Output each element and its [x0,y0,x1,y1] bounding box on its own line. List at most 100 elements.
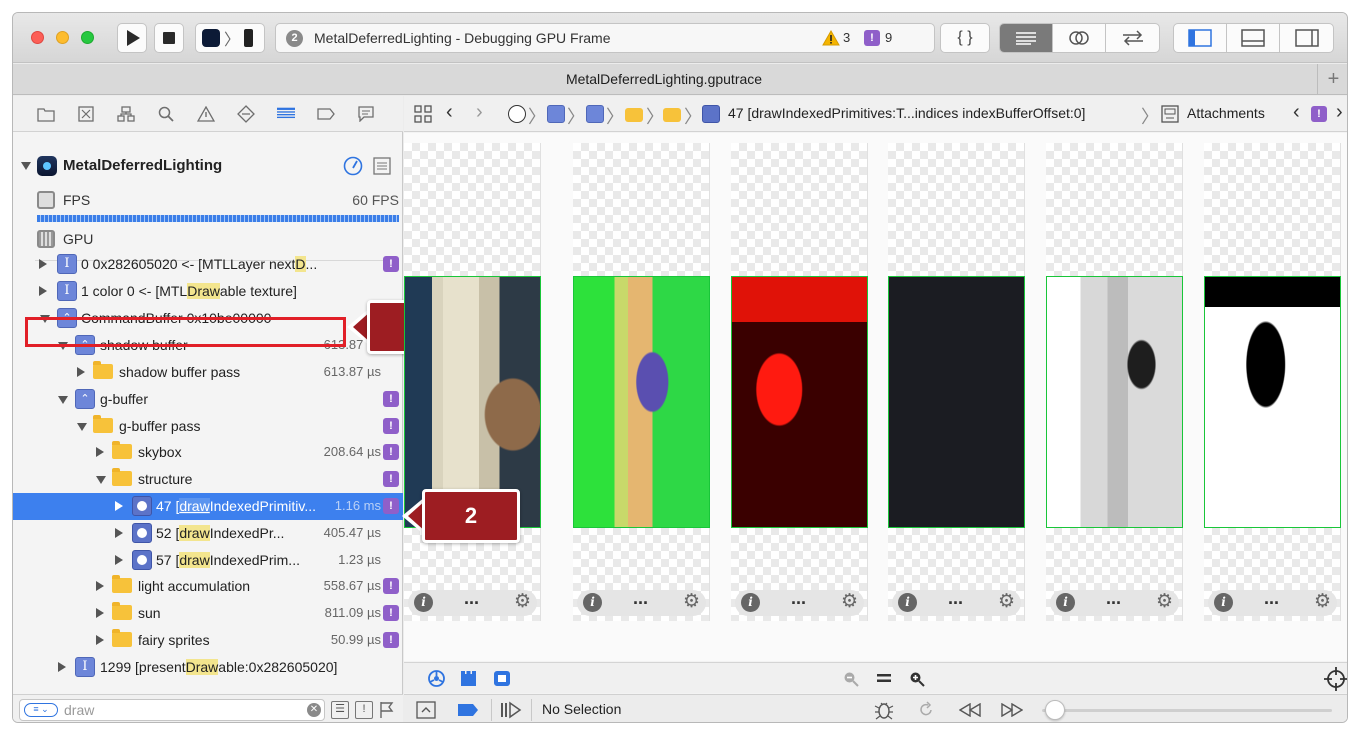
layout-icon[interactable] [460,670,477,687]
inspector-toggle-icon[interactable] [1280,24,1333,52]
gear-icon[interactable]: ⚙ [1314,592,1331,612]
attachment-image[interactable] [888,276,1025,528]
fps-gauge-row[interactable]: FPS 60 FPS [35,189,401,213]
version-editor-icon[interactable] [1106,24,1159,52]
attachment-image[interactable] [573,276,710,528]
disclosure-triangle-icon[interactable] [115,555,123,565]
issue-icon[interactable]: ! [383,578,399,594]
more-icon[interactable]: ... [948,588,963,609]
issue-navigator-icon[interactable] [197,105,215,123]
thumbnail-icon[interactable] [493,670,511,687]
scheme-selector[interactable]: 〉 [195,23,265,53]
debug-area-toggle-icon[interactable] [1227,24,1280,52]
gear-icon[interactable]: ⚙ [1156,592,1173,612]
issue-icon[interactable]: ! [383,444,399,460]
issue-icon[interactable]: ! [383,632,399,648]
back-icon[interactable]: ‹ [446,101,453,124]
more-icon[interactable]: ... [633,588,648,609]
attachment-normals[interactable]: i... ⚙ [573,143,710,621]
row-draw-47[interactable]: 47 [drawIndexedPrimitiv... 1.16 ms! [13,493,403,520]
disclosure-triangle-icon[interactable] [96,635,104,645]
filter-options-icon[interactable]: ≡ ⌄ [24,703,58,717]
row-sun[interactable]: sun 811.09 µs! [13,600,403,627]
filter-field[interactable]: ≡ ⌄ draw ✕ [19,699,325,721]
close-window-button[interactable] [31,31,44,44]
warning-icon[interactable] [822,30,840,46]
hide-debug-area-icon[interactable] [416,701,436,719]
gear-icon[interactable]: ⚙ [683,592,700,612]
disclosure-triangle-icon[interactable] [96,447,104,457]
related-items-icon[interactable] [414,105,432,123]
disclosure-triangle-icon[interactable] [39,259,47,269]
folder-icon[interactable] [37,105,55,123]
disclosure-triangle-icon[interactable] [115,501,123,511]
gauge-icon[interactable] [343,156,363,176]
disclosure-triangle-icon[interactable] [77,367,85,377]
row-mtllayer[interactable]: I0 0x282605020 <- [MTLLayer nextD...! [13,251,403,278]
issue-icon[interactable]: ! [383,471,399,487]
standard-editor-icon[interactable] [1000,24,1053,52]
next-issue-icon[interactable]: › [1336,101,1343,124]
issue-count[interactable]: 9 [885,30,892,45]
commandbuffer-icon[interactable] [547,105,565,123]
row-skybox[interactable]: skybox 208.64 µs! [13,439,403,466]
issue-icon[interactable]: ! [383,391,399,407]
info-icon[interactable]: i [741,593,760,612]
zoom-window-button[interactable] [81,31,94,44]
gear-icon[interactable]: ⚙ [998,592,1015,612]
info-icon[interactable]: i [898,593,917,612]
assistant-editor-icon[interactable] [1053,24,1106,52]
more-icon[interactable]: ... [1264,588,1279,609]
issue-icon[interactable]: ! [383,605,399,621]
info-icon[interactable]: i [1056,593,1075,612]
row-g-buffer[interactable]: ⌃ g-buffer! [13,386,403,413]
row-color-texture[interactable]: I1 color 0 <- [MTLDrawable texture] [13,278,403,305]
step-forward-icon[interactable] [1001,703,1023,717]
breadcrumb-draw-call[interactable]: 47 [drawIndexedPrimitives:T...indices in… [728,105,1085,121]
forward-icon[interactable]: › [476,101,483,124]
gear-icon[interactable]: ⚙ [514,592,531,612]
report-icon[interactable] [357,105,375,123]
issue-icon[interactable]: ! [383,256,399,272]
row-draw-57[interactable]: 57 [drawIndexedPrim... 1.23 µs [13,547,403,574]
attachment-red-channel[interactable]: i... ⚙ [731,143,868,621]
breadcrumb-attachments[interactable]: Attachments [1187,105,1265,121]
more-icon[interactable]: ... [1106,588,1121,609]
clear-filter-icon[interactable]: ✕ [307,703,321,717]
encoder-icon[interactable] [586,105,604,123]
attachments-icon[interactable] [1161,105,1179,123]
zoom-fit-icon[interactable] [877,672,891,684]
disclosure-triangle-icon[interactable] [96,476,106,484]
debug-navigator-icon[interactable] [277,105,295,123]
issue-icon[interactable]: ! [864,30,880,46]
disclosure-triangle-icon[interactable] [96,608,104,618]
folder-icon[interactable] [625,108,643,122]
row-present-drawable[interactable]: I 1299 [presentDrawable:0x282605020] [13,654,403,681]
attachment-albedo[interactable]: i... ⚙ [404,143,541,621]
step-back-icon[interactable] [959,703,981,717]
disclosure-triangle-icon[interactable] [58,396,68,404]
folder-icon[interactable] [663,108,681,122]
channel-icon[interactable] [428,670,445,687]
attachment-image[interactable] [1204,276,1341,528]
run-button[interactable] [117,23,147,53]
info-icon[interactable]: i [583,593,602,612]
test-icon[interactable] [237,105,255,123]
code-braces-button[interactable]: { } [940,23,990,53]
info-icon[interactable]: i [414,593,433,612]
memory-report-icon[interactable] [373,157,391,175]
breakpoint-icon[interactable] [317,105,335,123]
reload-icon[interactable] [917,701,935,719]
editor-mode-segmented[interactable] [999,23,1160,53]
crosshair-icon[interactable] [1324,667,1348,691]
zoom-out-icon[interactable] [843,671,859,687]
navigator-toggle-icon[interactable] [1174,24,1227,52]
row-draw-52[interactable]: 52 [drawIndexedPr... 405.47 µs [13,520,403,547]
attachment-mask[interactable]: i... ⚙ [1204,143,1341,621]
issue-icon[interactable]: ! [383,418,399,434]
disclosure-triangle-icon[interactable] [77,423,87,431]
frame-scrubber-knob[interactable] [1045,700,1065,720]
attachment-image[interactable] [731,276,868,528]
row-light-accumulation[interactable]: light accumulation 558.67 µs! [13,573,403,600]
more-icon[interactable]: ... [791,588,806,609]
